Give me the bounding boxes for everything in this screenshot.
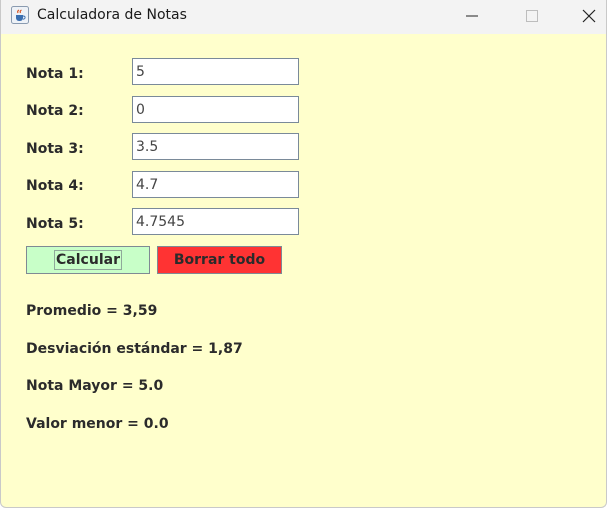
- minimize-button[interactable]: [449, 0, 495, 32]
- grade-1-label: Nota 1:: [26, 66, 84, 82]
- java-cup-icon: [11, 6, 29, 24]
- std-dev-result: Desviación estándar = 1,87: [26, 341, 243, 357]
- grade-2-input[interactable]: [132, 96, 299, 123]
- grade-3-label: Nota 3:: [26, 141, 84, 157]
- close-button[interactable]: [566, 0, 606, 32]
- grade-5-label: Nota 5:: [26, 216, 84, 232]
- calculate-button[interactable]: Calcular: [26, 246, 150, 274]
- clear-all-button-label: Borrar todo: [173, 252, 266, 268]
- grade-5-input[interactable]: [132, 208, 299, 235]
- close-icon: [582, 9, 596, 23]
- app-window: Calculadora de Notas Nota 1: Nota 2: Not…: [0, 0, 607, 508]
- grade-1-input[interactable]: [132, 58, 299, 85]
- grade-3-input[interactable]: [132, 133, 299, 160]
- form-panel: Nota 1: Nota 2: Nota 3: Nota 4: Nota 5: …: [1, 34, 606, 507]
- grade-4-input[interactable]: [132, 171, 299, 198]
- max-grade-result: Nota Mayor = 5.0: [26, 378, 164, 394]
- grade-4-label: Nota 4:: [26, 178, 84, 194]
- clear-all-button[interactable]: Borrar todo: [157, 246, 282, 274]
- window-title: Calculadora de Notas: [37, 7, 187, 23]
- calculate-button-label: Calcular: [54, 250, 122, 270]
- maximize-icon: [526, 10, 538, 22]
- title-bar[interactable]: Calculadora de Notas: [1, 0, 606, 34]
- min-grade-result: Valor menor = 0.0: [26, 416, 169, 432]
- minimize-icon: [466, 15, 478, 17]
- maximize-button[interactable]: [509, 0, 555, 32]
- average-result: Promedio = 3,59: [26, 303, 158, 319]
- grade-2-label: Nota 2:: [26, 103, 84, 119]
